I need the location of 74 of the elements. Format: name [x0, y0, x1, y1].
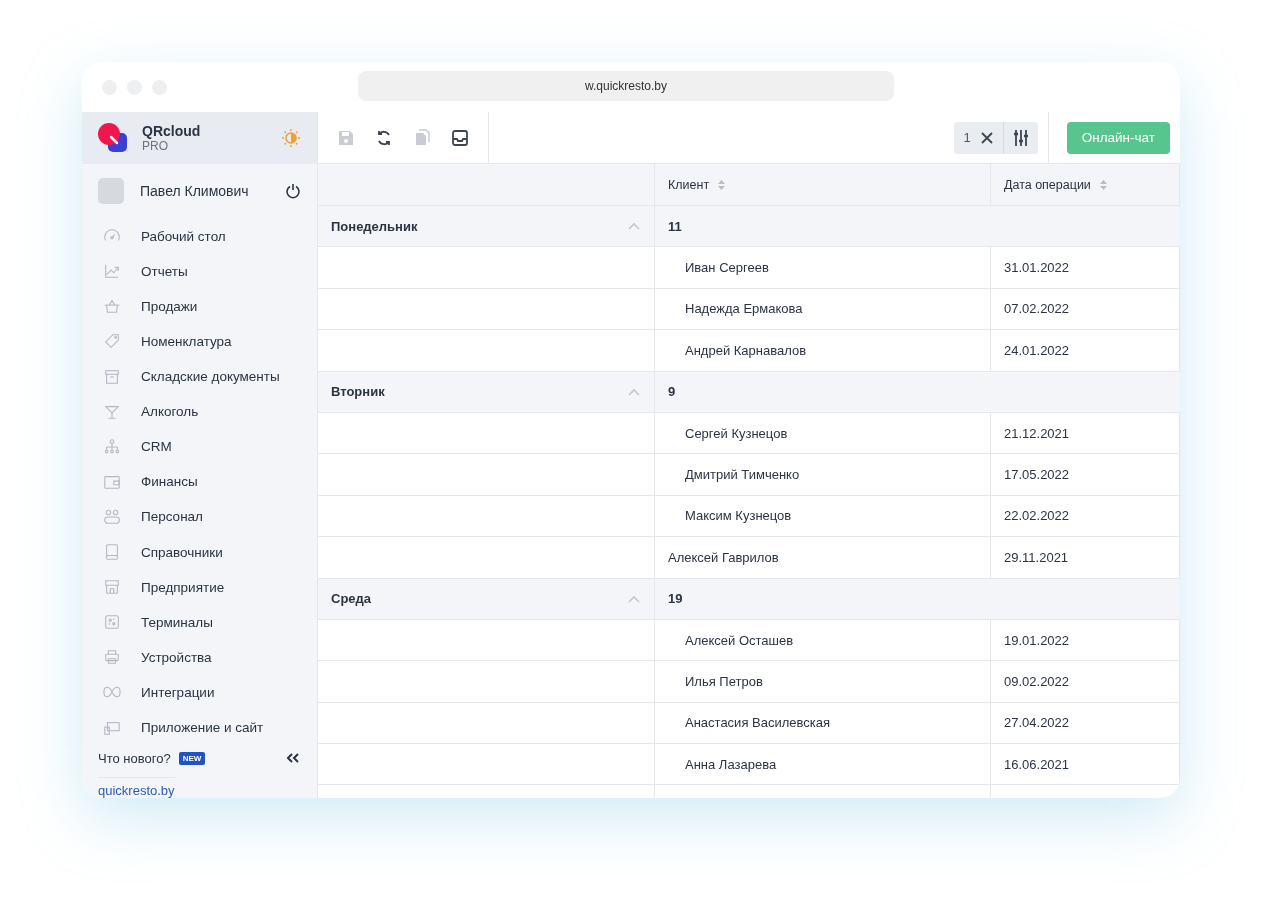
- sidebar-item[interactable]: CRM: [82, 429, 317, 465]
- filter-count: 1: [963, 130, 971, 145]
- basket-icon: [103, 297, 121, 316]
- sidebar-item[interactable]: Устройства: [82, 639, 317, 675]
- sidebar-item[interactable]: Алкоголь: [82, 394, 317, 430]
- archive-box-icon: [103, 367, 121, 386]
- brand-name: QRcloud: [142, 122, 202, 139]
- date-cell: 22.02.2022: [991, 495, 1180, 537]
- group-header[interactable]: Среда: [318, 578, 655, 619]
- sidebar-item[interactable]: Продажи: [82, 288, 317, 324]
- whats-new-link[interactable]: Что нового?: [98, 750, 171, 766]
- printer-icon: [103, 648, 121, 667]
- group-count: 11: [667, 217, 683, 236]
- logo-icon: [98, 122, 128, 153]
- chevron-icon[interactable]: [627, 221, 641, 232]
- date-cell: 17.05.2022: [991, 454, 1180, 495]
- qr-code-icon: [103, 613, 121, 632]
- chart-arrow-icon: [103, 262, 121, 281]
- date-cell: 19.01.2022: [991, 619, 1180, 661]
- date-cell: 31.01.2022: [991, 247, 1180, 288]
- user-name: Павел Климович: [140, 182, 250, 199]
- new-badge: NEW: [178, 751, 206, 765]
- hierarchy-icon: [103, 437, 121, 456]
- client-cell: Илья Петров: [655, 661, 991, 702]
- group-count: 9: [667, 383, 677, 402]
- sort-icon[interactable]: [717, 178, 727, 191]
- sidebar-item[interactable]: Справочники: [82, 534, 317, 570]
- storefront-icon: [103, 578, 121, 597]
- address-bar[interactable]: w.quickresto.by: [358, 71, 894, 101]
- client-cell: Иван Сергеев: [655, 247, 991, 288]
- group-count: 19: [667, 590, 684, 609]
- column-header[interactable]: Дата операции: [991, 164, 1180, 205]
- client-cell: Анастасия Василевская: [655, 702, 991, 744]
- client-cell: Алексей Осташев: [655, 619, 991, 661]
- people-icon: [103, 507, 121, 526]
- client-cell: Сергей Кузнецов: [655, 412, 991, 454]
- date-cell: 07.02.2022: [991, 288, 1180, 330]
- date-cell: 24.01.2022: [991, 330, 1180, 371]
- website-link[interactable]: quickresto.by: [98, 777, 175, 798]
- chevron-icon[interactable]: [627, 593, 641, 604]
- book-icon: [103, 543, 121, 562]
- sidebar-item[interactable]: Персонал: [82, 499, 317, 535]
- power-icon[interactable]: [285, 182, 301, 199]
- date-cell: 21.12.2021: [991, 412, 1180, 454]
- sidebar-item[interactable]: Номенклатура: [82, 323, 317, 360]
- avatar-placeholder[interactable]: [98, 177, 124, 204]
- client-cell: Надежда Ермакова: [655, 288, 991, 330]
- sidebar-item[interactable]: Терминалы: [82, 604, 317, 640]
- sidebar-item[interactable]: Финансы: [82, 464, 317, 500]
- clear-filter-button[interactable]: [978, 129, 995, 146]
- sidebar-item[interactable]: Складские документы: [82, 359, 317, 395]
- sidebar-item[interactable]: Рабочий стол: [82, 218, 317, 254]
- client-cell: Максим Кузнецов: [655, 495, 991, 537]
- sort-icon[interactable]: [1098, 178, 1108, 191]
- client-cell: Алексей Гаврилов: [655, 537, 991, 578]
- date-cell: 29.11.2021: [991, 537, 1180, 578]
- date-cell: 27.04.2022: [991, 702, 1180, 744]
- client-cell: Дмитрий Тимченко: [655, 454, 991, 495]
- client-cell: Андрей Карнавалов: [655, 330, 991, 371]
- plan-label: PRO: [142, 138, 168, 153]
- sidebar-item[interactable]: Отчеты: [82, 253, 317, 289]
- sun-icon[interactable]: [281, 127, 301, 148]
- sidebar-item[interactable]: Интеграции: [82, 674, 317, 710]
- sidebar-item[interactable]: Предприятие: [82, 569, 317, 605]
- column-header[interactable]: Клиент: [655, 164, 991, 205]
- group-header[interactable]: Вторник: [318, 371, 655, 412]
- chevron-icon[interactable]: [627, 386, 641, 397]
- tag-icon: [103, 332, 121, 351]
- double-chevron-left-icon[interactable]: [287, 753, 299, 764]
- sidebar-item[interactable]: Приложение и сайт: [82, 709, 317, 746]
- client-cell: Анна Лазарева: [655, 744, 991, 785]
- date-cell: 16.06.2021: [991, 744, 1180, 785]
- group-header[interactable]: Понедельник: [318, 206, 655, 247]
- date-cell: 09.02.2022: [991, 661, 1180, 702]
